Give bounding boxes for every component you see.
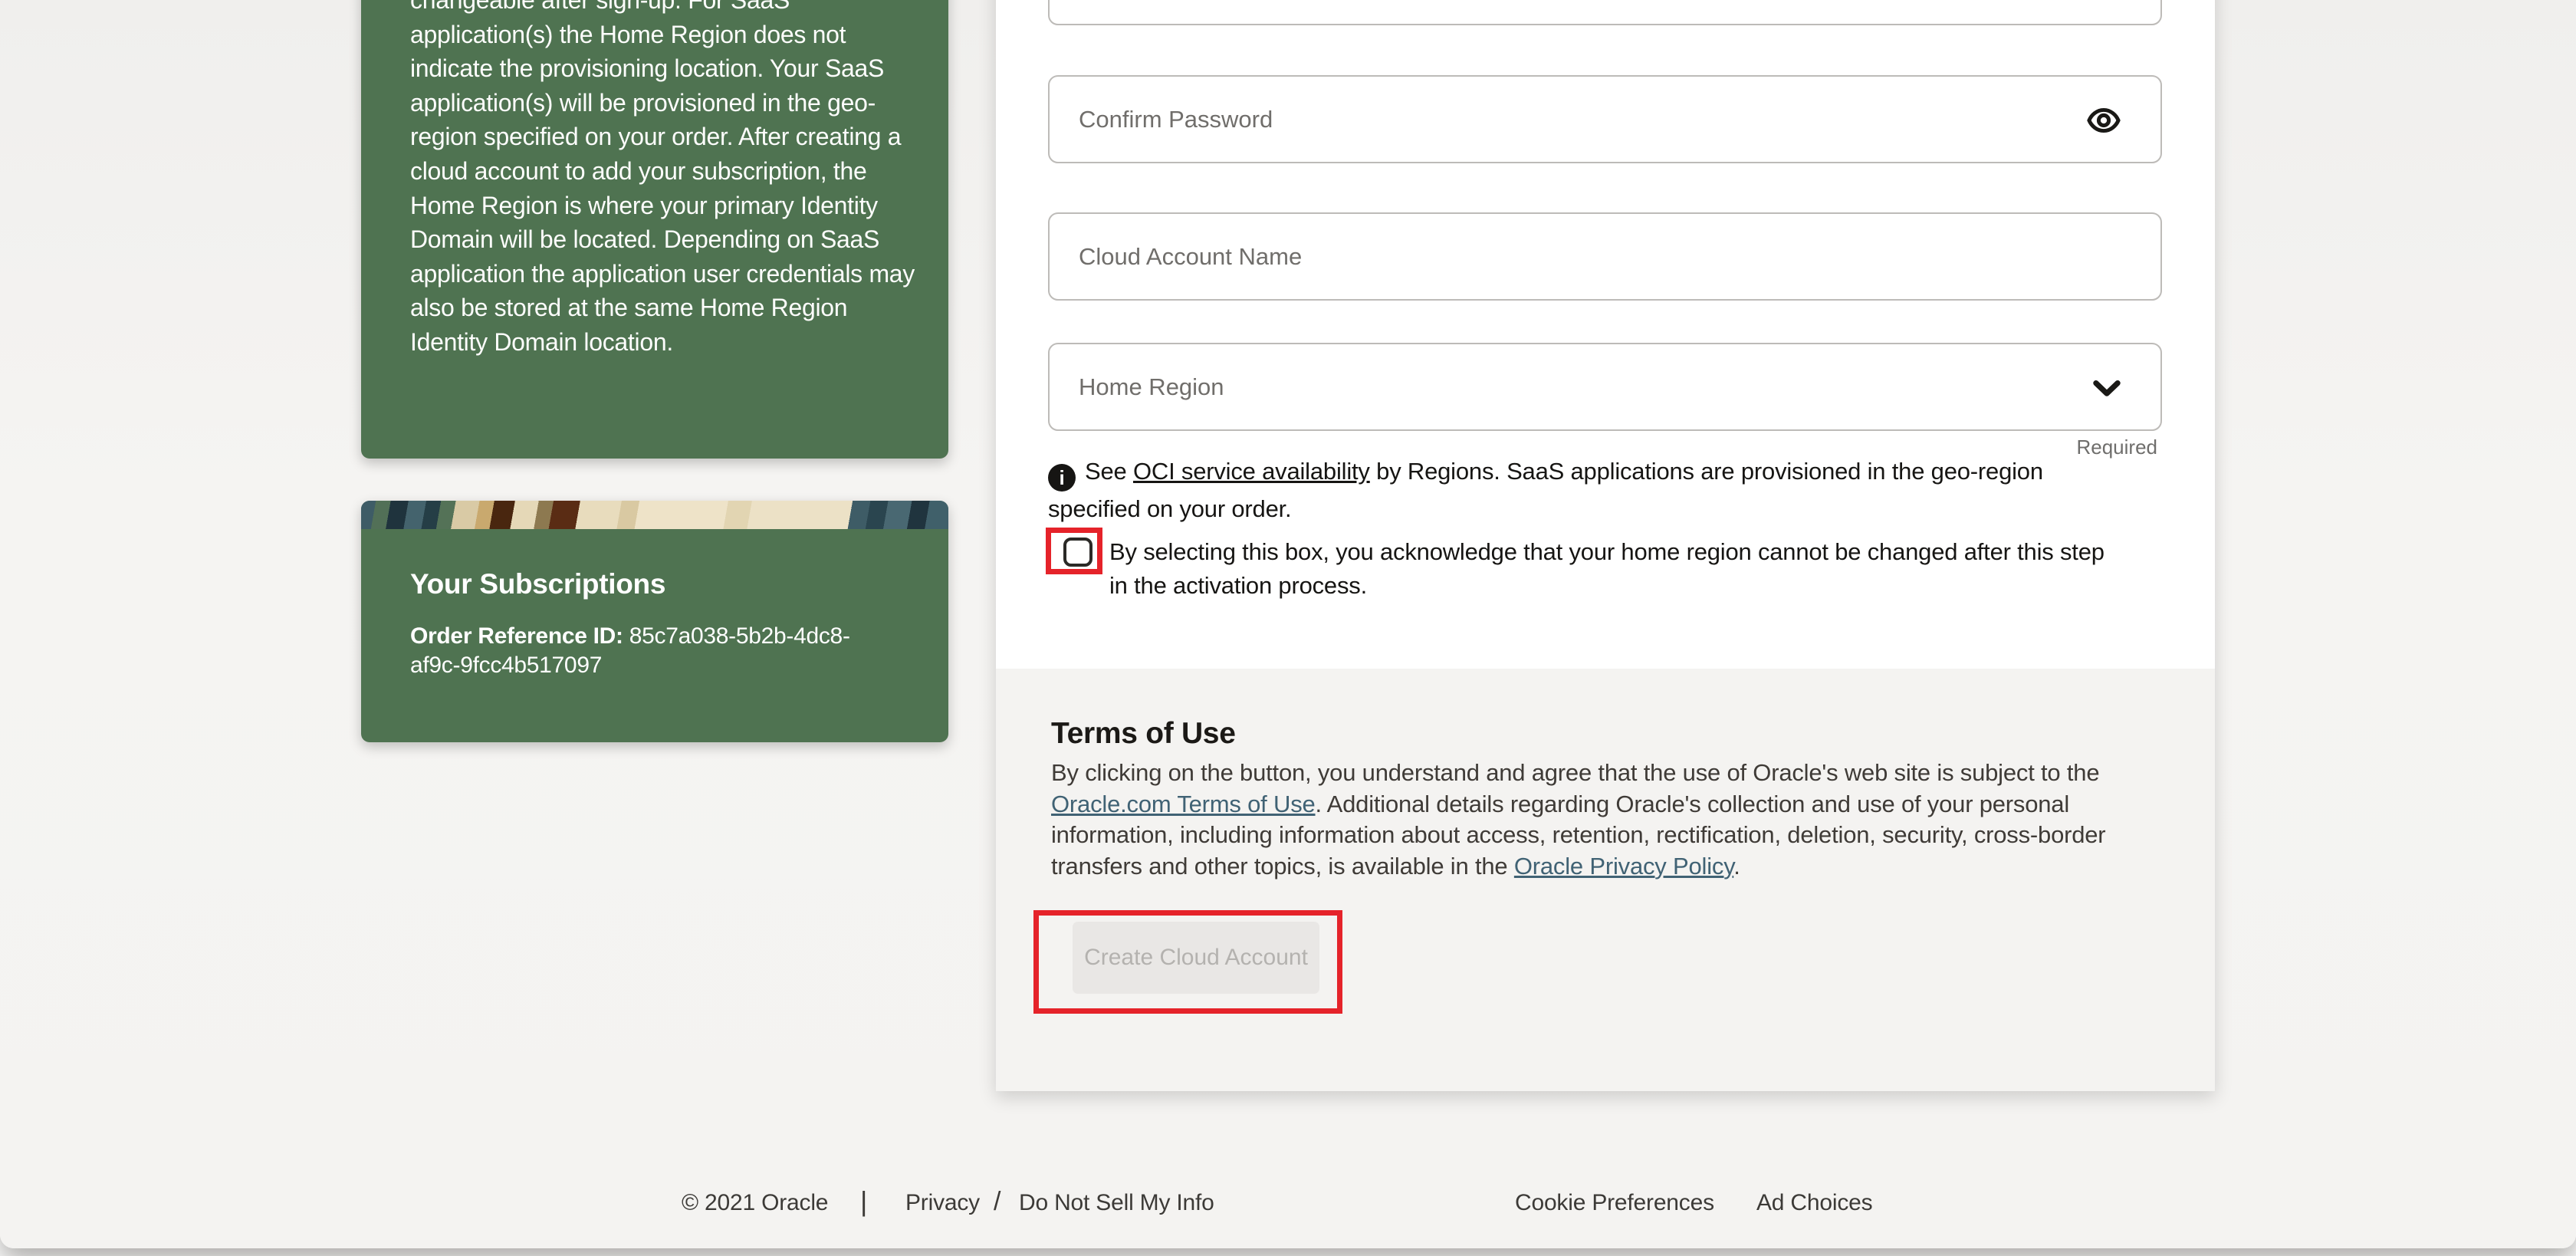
eye-icon[interactable] — [2087, 106, 2121, 135]
oci-service-availability-link[interactable]: OCI service availability — [1133, 458, 1370, 485]
password-field-partial[interactable] — [1048, 0, 2162, 25]
home-region-info-text: changeable after sign-up. For SaaS appli… — [410, 0, 916, 360]
cloud-account-name-field[interactable] — [1048, 212, 2162, 301]
order-reference: Order Reference ID: 85c7a038-5b2b-4dc8-a… — [410, 622, 893, 680]
home-region-dropdown[interactable]: Home Region — [1048, 343, 2162, 431]
create-account-form-panel: Home Region Required iSee OCI service av… — [996, 0, 2215, 1091]
order-reference-label: Order Reference ID: — [410, 623, 623, 649]
ad-choices-link[interactable]: Ad Choices — [1756, 1190, 1872, 1216]
region-info-note: iSee OCI service availability by Regions… — [1048, 454, 2121, 527]
subscriptions-panel: Your Subscriptions Order Reference ID: 8… — [361, 501, 948, 742]
home-region-placeholder: Home Region — [1079, 344, 1224, 429]
chevron-down-icon — [2093, 380, 2121, 398]
home-region-acknowledge-checkbox[interactable] — [1063, 538, 1092, 567]
page-background: changeable after sign-up. For SaaS appli… — [0, 0, 2576, 1248]
info-icon: i — [1048, 464, 1076, 492]
terms-text-3: . — [1733, 853, 1740, 880]
cookie-preferences-link[interactable]: Cookie Preferences — [1515, 1190, 1714, 1216]
do-not-sell-link[interactable]: Do Not Sell My Info — [1019, 1190, 1214, 1216]
oracle-privacy-policy-link[interactable]: Oracle Privacy Policy — [1514, 853, 1733, 880]
oracle-terms-of-use-link[interactable]: Oracle.com Terms of Use — [1051, 791, 1316, 817]
footer-divider: | — [860, 1185, 867, 1218]
footer-slash: / — [994, 1187, 1001, 1217]
privacy-link[interactable]: Privacy — [905, 1190, 980, 1216]
confirm-password-field[interactable] — [1048, 75, 2162, 163]
terms-text-1: By clicking on the button, you understan… — [1051, 759, 2099, 786]
password-input[interactable] — [1050, 0, 2160, 24]
acknowledgement-text: By selecting this box, you acknowledge t… — [1109, 535, 2114, 603]
terms-paragraph: By clicking on the button, you understan… — [1051, 758, 2178, 882]
copyright-text: © 2021 Oracle — [682, 1190, 828, 1216]
create-cloud-account-button[interactable]: Create Cloud Account — [1073, 922, 1319, 994]
subscriptions-title: Your Subscriptions — [410, 568, 665, 600]
tapestry-banner-image — [361, 501, 948, 529]
cloud-account-name-input[interactable] — [1050, 214, 2160, 299]
terms-title: Terms of Use — [1051, 717, 1236, 751]
info-note-prefix: See — [1085, 458, 1133, 485]
confirm-password-input[interactable] — [1050, 77, 2160, 162]
home-region-info-panel: changeable after sign-up. For SaaS appli… — [361, 0, 948, 459]
